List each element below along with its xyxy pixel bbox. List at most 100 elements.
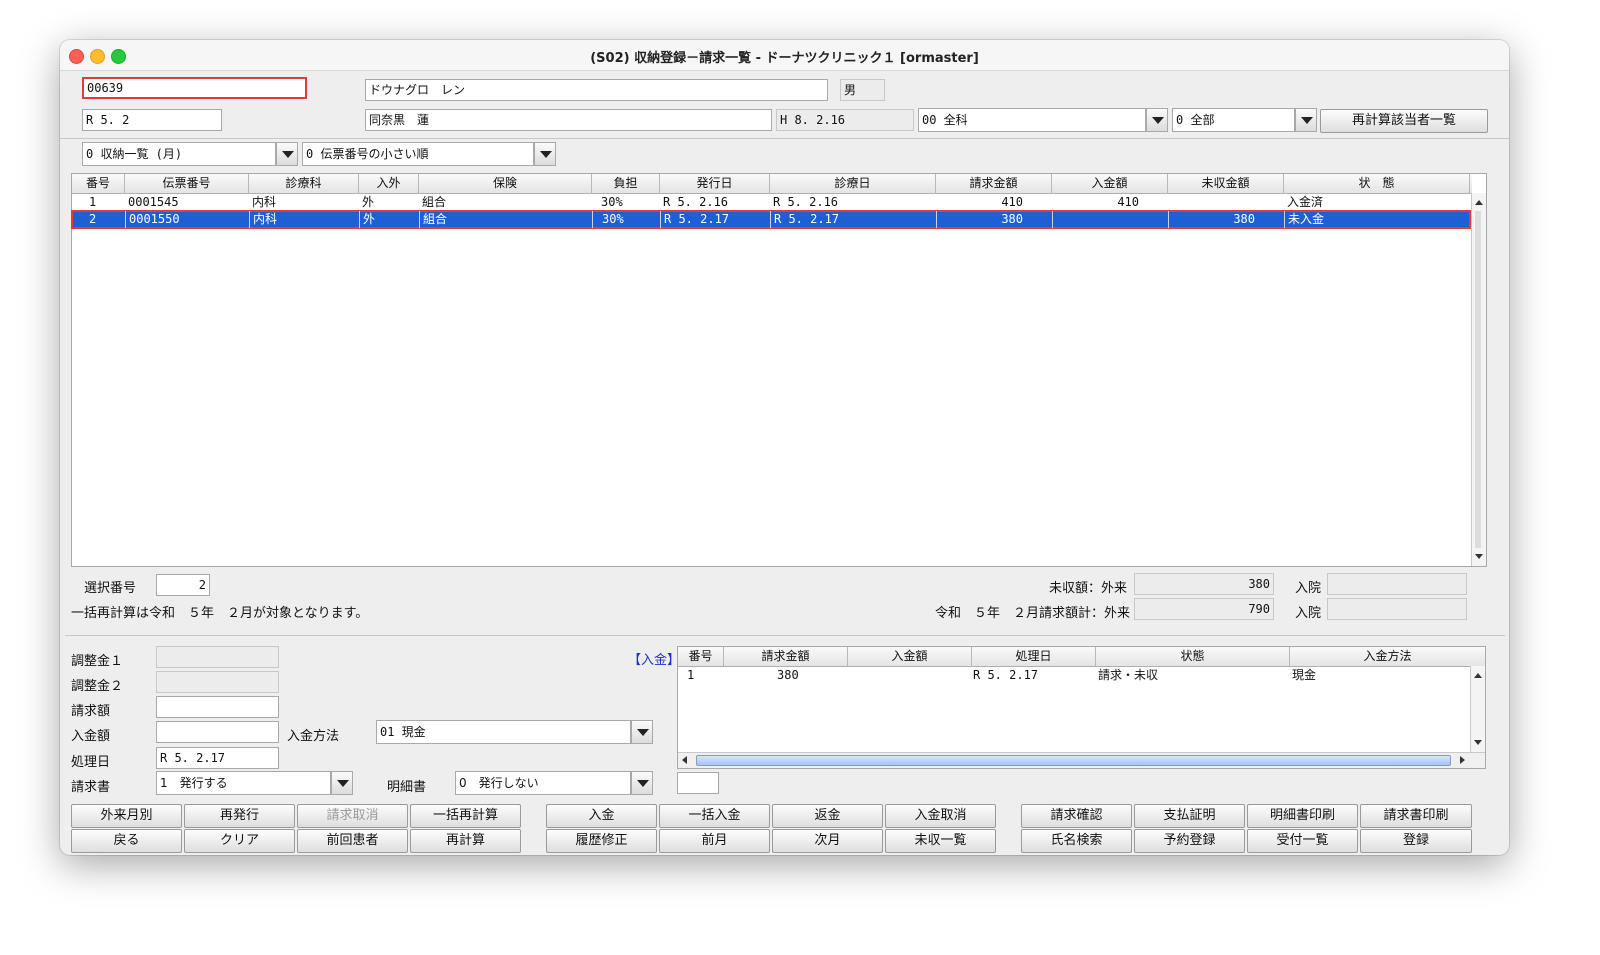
scroll-down-icon[interactable] [1473, 550, 1485, 564]
patient-birthdate: H 8. 2.16 [776, 109, 914, 131]
payment-method-value: 01 現金 [376, 720, 631, 744]
table-row-selected[interactable]: 2 0001550 内科 外 組合 30% R 5. 2.17 R 5. 2.1… [71, 210, 1471, 229]
chevron-down-icon[interactable] [631, 771, 653, 795]
next-month-button[interactable]: 次月 [772, 829, 883, 853]
history-edit-button[interactable]: 履歴修正 [546, 829, 657, 853]
col-header[interactable]: 入金額 [1052, 174, 1168, 193]
sort-select[interactable]: 0 伝票番号の小さい順 [302, 142, 556, 166]
chevron-down-icon[interactable] [534, 142, 556, 166]
outpatient-monthly-button[interactable]: 外来月別 [71, 804, 182, 828]
payment-button[interactable]: 入金 [546, 804, 657, 828]
scroll-thumb[interactable] [696, 755, 1451, 766]
chevron-down-icon[interactable] [1295, 108, 1317, 132]
unpaid-label: 未収額：外来 [1049, 581, 1128, 596]
col-header[interactable]: 診療日 [770, 174, 936, 193]
cell-method: 現金 [1292, 668, 1317, 682]
adjust2-field [156, 671, 279, 693]
extra-input-field[interactable] [677, 772, 719, 794]
col-header[interactable]: 診療科 [249, 174, 359, 193]
scroll-right-icon[interactable] [1460, 756, 1465, 764]
cell-billed: 380 [777, 668, 799, 682]
cancel-bill-button[interactable]: 請求取消 [297, 804, 408, 828]
scope-value: 0 全部 [1172, 108, 1295, 132]
previous-patient-button[interactable]: 前回患者 [297, 829, 408, 853]
previous-month-button[interactable]: 前月 [659, 829, 770, 853]
col-header[interactable]: 入金方法 [1290, 647, 1485, 666]
col-header[interactable]: 負担 [592, 174, 660, 193]
cell-burden: 30% [601, 195, 623, 209]
payment-method-select[interactable]: 01 現金 [376, 720, 653, 744]
col-header[interactable]: 保険 [419, 174, 592, 193]
bill-amount-field[interactable] [156, 696, 279, 718]
chevron-down-icon[interactable] [1146, 108, 1168, 132]
col-header[interactable]: 状態 [1096, 647, 1290, 666]
selection-number-field[interactable]: 2 [156, 574, 210, 596]
reservation-button[interactable]: 予約登録 [1134, 829, 1245, 853]
unpaid-value: 380 [1134, 573, 1274, 595]
payment-row[interactable]: 1 380 R 5. 2.17 請求・未収 現金 [678, 667, 1470, 684]
col-header[interactable]: 番号 [678, 647, 724, 666]
scroll-left-icon[interactable] [682, 756, 687, 764]
chevron-down-icon[interactable] [631, 720, 653, 744]
back-button[interactable]: 戻る [71, 829, 182, 853]
cell-issue-date: R 5. 2.17 [660, 211, 770, 228]
payment-table-vscrollbar[interactable] [1470, 666, 1485, 752]
payment-amount-field[interactable] [156, 721, 279, 743]
chevron-down-icon[interactable] [331, 771, 353, 795]
cell-insurance: 組合 [419, 211, 592, 228]
chevron-down-icon[interactable] [276, 142, 298, 166]
method-label: 入金方法 [287, 729, 340, 744]
cell-status: 請求・未収 [1098, 668, 1159, 682]
name-search-button[interactable]: 氏名検索 [1021, 829, 1132, 853]
list-type-select[interactable]: 0 収納一覧 (月) [82, 142, 298, 166]
col-header[interactable]: 請求金額 [936, 174, 1052, 193]
divider [65, 635, 1505, 636]
detail-select[interactable]: 0 発行しない [455, 771, 653, 795]
billing-table: 番号 伝票番号 診療科 入外 保険 負担 発行日 診療日 請求金額 入金額 未収… [71, 173, 1487, 567]
recalc-note: 一括再計算は令和 ５年 ２月が対象となります。 [71, 606, 369, 621]
billing-table-scrollbar[interactable] [1471, 193, 1486, 566]
col-header[interactable]: 処理日 [972, 647, 1096, 666]
scroll-up-icon[interactable] [1472, 668, 1484, 682]
col-header[interactable]: 入金額 [848, 647, 972, 666]
bulk-recalc-button[interactable]: 一括再計算 [410, 804, 521, 828]
unpaid-list-button[interactable]: 未収一覧 [885, 829, 996, 853]
payment-table-hscrollbar[interactable] [678, 752, 1485, 768]
print-statement-button[interactable]: 明細書印刷 [1247, 804, 1358, 828]
col-header[interactable]: 状 態 [1284, 174, 1470, 193]
patient-id-field[interactable]: 00639 [82, 77, 307, 99]
bulk-payment-button[interactable]: 一括入金 [659, 804, 770, 828]
col-header[interactable]: 請求金額 [724, 647, 848, 666]
clear-button[interactable]: クリア [184, 829, 295, 853]
cancel-payment-button[interactable]: 入金取消 [885, 804, 996, 828]
cell-unpaid [1168, 194, 1258, 211]
scroll-track[interactable] [1475, 211, 1481, 548]
cell-number: 2 [89, 212, 97, 226]
invoice-select[interactable]: 1 発行する [156, 771, 353, 795]
bill-confirm-button[interactable]: 請求確認 [1021, 804, 1132, 828]
payment-label: 入金額 [71, 729, 111, 744]
recalc-button[interactable]: 再計算 [410, 829, 521, 853]
col-header[interactable]: 発行日 [660, 174, 770, 193]
payment-certificate-button[interactable]: 支払証明 [1134, 804, 1245, 828]
col-header[interactable]: 入外 [359, 174, 419, 193]
monthly-total-label: 令和 ５年 ２月請求額計：外来 [935, 606, 1131, 621]
cell-insurance: 組合 [422, 195, 447, 209]
table-row[interactable]: 1 0001545 内科 外 組合 30% R 5. 2.16 R 5. 2.1… [72, 194, 1470, 211]
print-invoice-button[interactable]: 請求書印刷 [1360, 804, 1472, 828]
patient-sex: 男 [840, 79, 885, 101]
scroll-down-icon[interactable] [1472, 736, 1484, 750]
reissue-button[interactable]: 再発行 [184, 804, 295, 828]
billing-month-field[interactable]: R 5. 2 [82, 109, 222, 131]
col-header[interactable]: 番号 [72, 174, 125, 193]
process-date-field[interactable]: R 5. 2.17 [156, 747, 279, 769]
department-select[interactable]: 00 全科 [918, 108, 1168, 132]
scope-select[interactable]: 0 全部 [1172, 108, 1317, 132]
col-header[interactable]: 未収金額 [1168, 174, 1284, 193]
scroll-up-icon[interactable] [1473, 195, 1485, 209]
recalc-list-button[interactable]: 再計算該当者一覧 [1320, 109, 1488, 133]
col-header[interactable]: 伝票番号 [125, 174, 249, 193]
refund-button[interactable]: 返金 [772, 804, 883, 828]
reception-list-button[interactable]: 受付一覧 [1247, 829, 1358, 853]
register-button[interactable]: 登録 [1360, 829, 1472, 853]
